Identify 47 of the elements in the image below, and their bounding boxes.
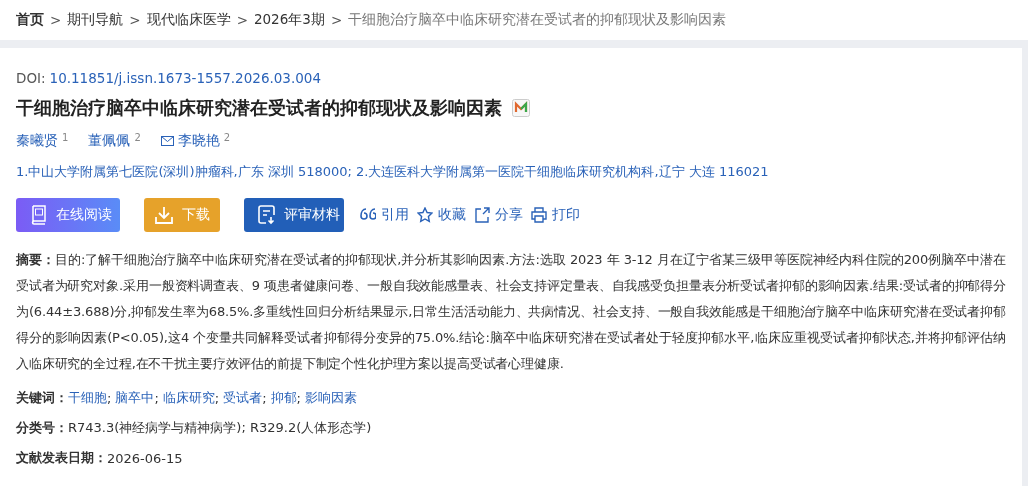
keyword-link[interactable]: 影响因素 [304, 389, 357, 407]
mail-icon [160, 136, 174, 146]
author-link[interactable]: 李晓艳 $^{2}$ [160, 132, 231, 150]
breadcrumb-separator: > [50, 12, 62, 28]
quote-icon [360, 208, 376, 222]
breadcrumb-separator: > [236, 12, 248, 28]
breadcrumb-link[interactable]: 2026年3期 [253, 11, 325, 29]
download-icon [154, 206, 174, 224]
breadcrumb-link[interactable]: 现代临床医学 [146, 11, 231, 29]
breadcrumb-separator: > [330, 12, 343, 28]
document-icon [258, 205, 276, 225]
toolbar-link[interactable]: 分享 [474, 206, 523, 224]
book-icon [30, 205, 48, 225]
toolbar-link[interactable]: 收藏 [417, 206, 466, 224]
toolbar-link[interactable]: 引用 [360, 206, 409, 224]
action-button[interactable]: 在线阅读 [16, 198, 120, 232]
toolbar-link[interactable]: 打印 [531, 206, 580, 224]
affiliations-text: 1.中山大学附属第七医院(深圳)肿瘤科,广东 深圳 518000; 2.大连医科大学附属第一医院干细胞临床研究机构科,辽宁 大连 116021 [16, 163, 770, 181]
keyword-separator: ; [296, 390, 301, 406]
doi-label: DOI: [16, 70, 46, 86]
doi-link[interactable]: 10.11851/j.issn.1673-1557.2026.03.004 [49, 70, 321, 86]
mendeley-icon[interactable] [512, 99, 530, 117]
author-link[interactable]: 秦曦贤 $^{1}$ [16, 132, 69, 150]
keyword-separator: ; [262, 390, 267, 406]
share-icon [474, 207, 490, 223]
keyword-link[interactable]: 干细胞 [68, 389, 107, 407]
action-button[interactable]: 评审材料 [244, 198, 344, 232]
print-icon [531, 207, 547, 223]
article-title: 干细胞治疗脑卒中临床研究潜在受试者的抑郁现状及影响因素 [16, 97, 502, 120]
breadcrumb-link[interactable]: 期刊导航 [67, 11, 124, 29]
keyword-separator: ; [154, 390, 159, 406]
keywords-label: 关键词： [16, 389, 68, 407]
keyword-link[interactable]: 抑郁 [270, 389, 297, 407]
star-icon [417, 207, 433, 223]
keyword-link[interactable]: 脑卒中 [115, 389, 155, 407]
author-link[interactable]: 董佩佩 $^{2}$ [88, 132, 141, 150]
breadcrumb-separator: > [129, 12, 141, 28]
keyword-separator: ; [214, 390, 220, 406]
publish-date-label: 文献发表日期： [16, 449, 107, 467]
classification-label: 分类号： [16, 419, 68, 437]
classification-value: R743.3(神经病学与精神病学); R329.2(人体形态学) [68, 419, 372, 437]
breadcrumb-link[interactable]: 干细胞治疗脑卒中临床研究潜在受试者的抑郁现状及影响因素 [348, 11, 727, 29]
breadcrumb-link[interactable]: 首页 [16, 11, 44, 29]
abstract-text: 摘要：目的:了解干细胞治疗脑卒中临床研究潜在受试者的抑郁现状,并分析其影响因素.方法:选取 2023 年 3-12 月在辽宁省某三级甲等医院神经内科住院的200例脑卒中潜在受试者为研究对象.采用一般资料调查表、9 项患者健康问卷、一般自我效能感量表、社会支持评定量表、自我感受负担量表分析受试者抑郁的影响因素.结果:受试者的抑郁得分为(6.44±3.688)分,抑郁发生率为68.5%.多重线性回归分析结果显示,日常生活活动能力、共病情况、社会支持、一般自我效能感是干细胞治疗脑卒中临床研究潜在受试者抑郁得分的影响因素(P<0.05),这4 个变量共同解释受试者抑郁得分变异的75.0%.结论:脑卒中临床研究潜在受试者处于轻度抑郁水平,临床应重视受试者抑郁状态,并将抑郁评估纳入临床研究的全过程,在不干扰主要疗效评估的前提下制定个性化护理方案以提高受试者心理健康. [16, 251, 1006, 373]
keyword-link[interactable]: 临床研究 [162, 389, 215, 407]
publish-date-value: 2026-06-15 [107, 450, 183, 466]
keyword-separator: ; [107, 390, 112, 406]
